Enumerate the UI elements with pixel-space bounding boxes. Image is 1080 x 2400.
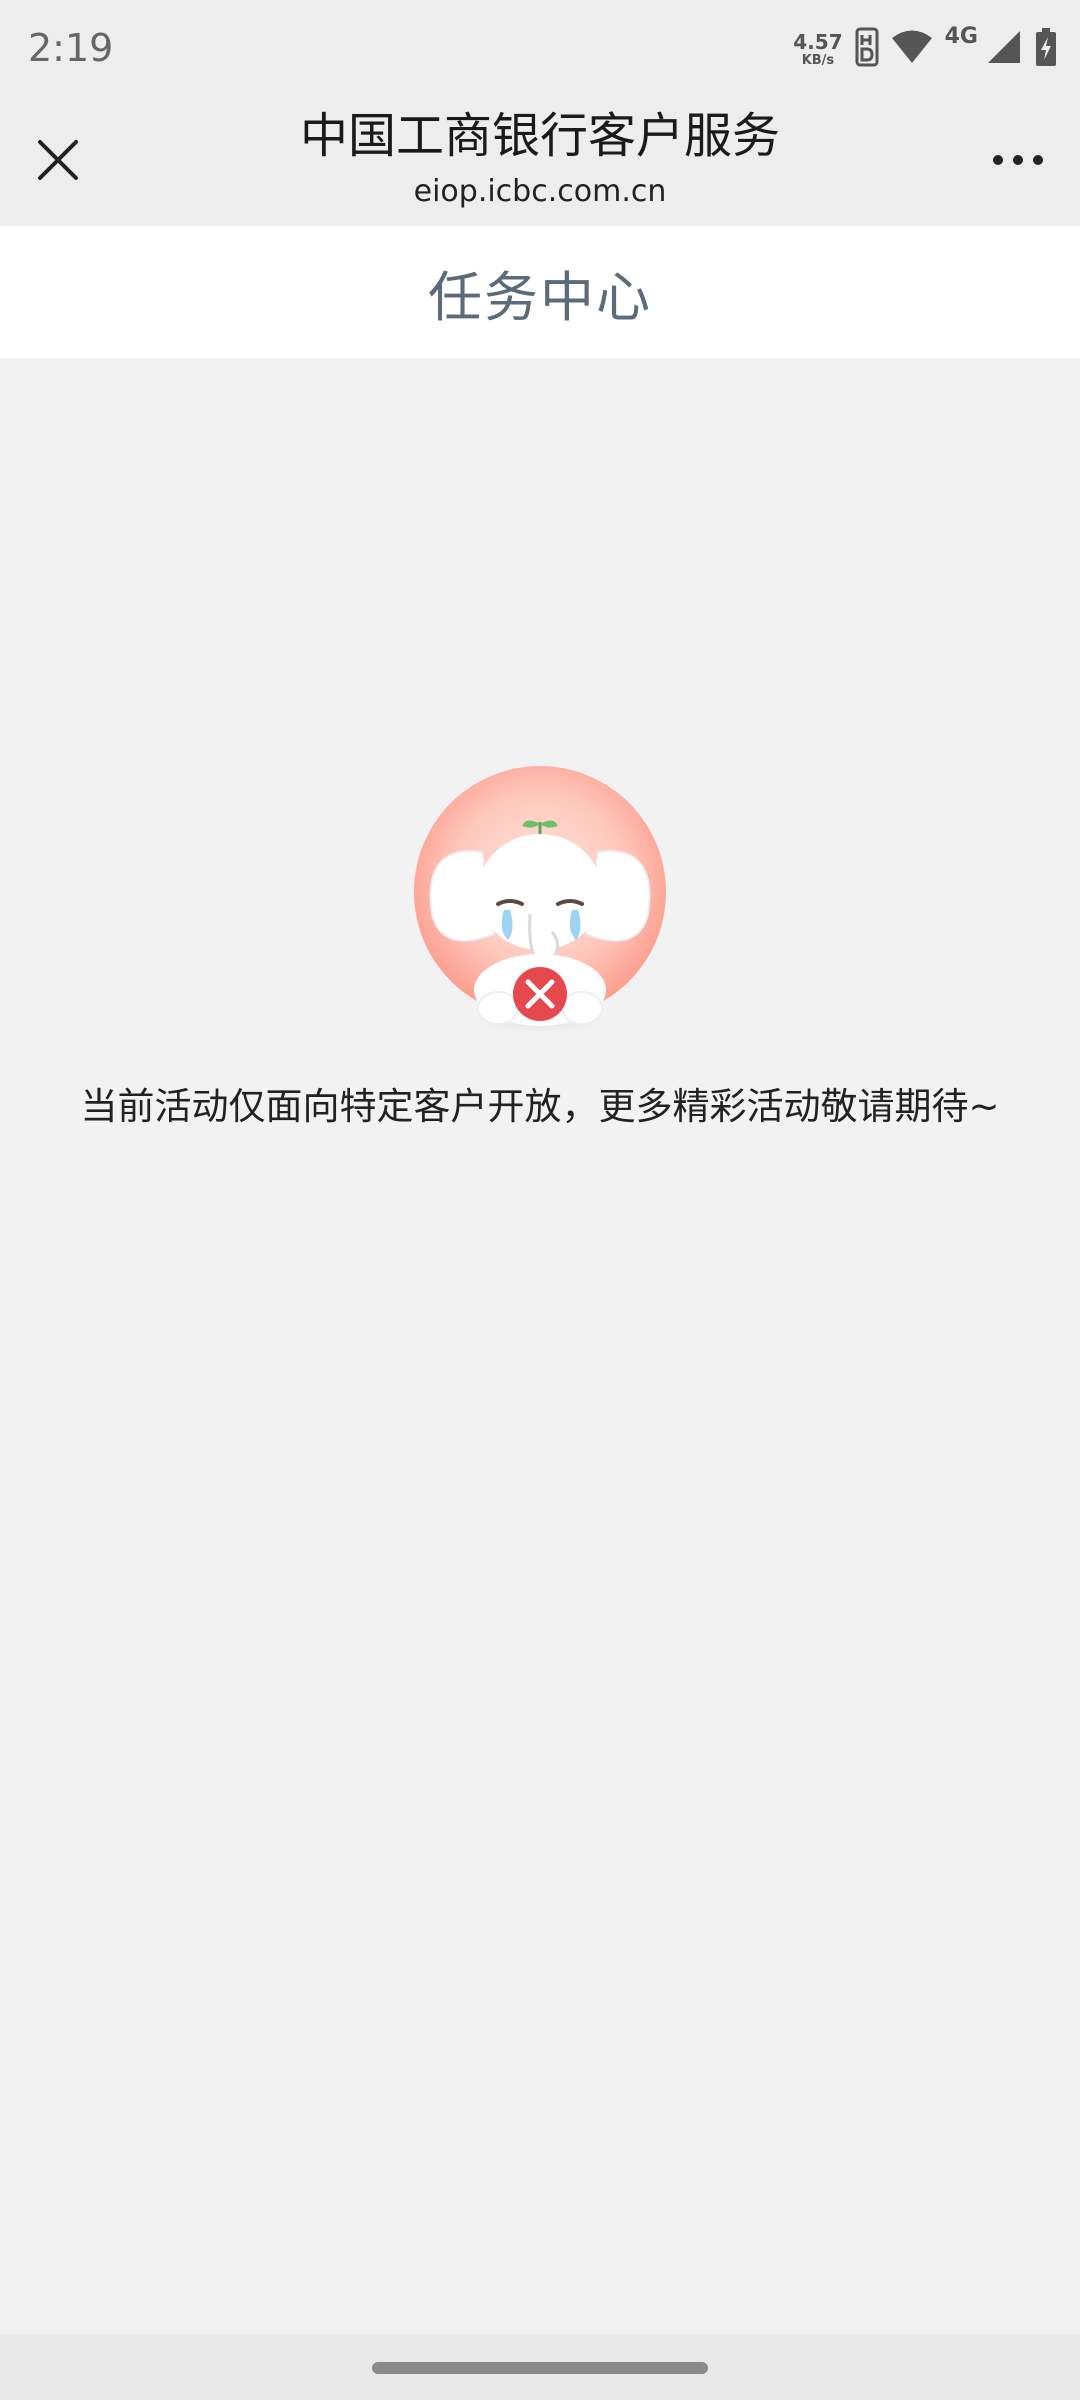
close-button[interactable] bbox=[30, 132, 86, 188]
empty-state-message: 当前活动仅面向特定客户开放，更多精彩活动敬请期待~ bbox=[80, 1085, 1000, 1128]
webview-url: eiop.icbc.com.cn bbox=[413, 174, 667, 209]
network-speed-value: 4.57 bbox=[793, 29, 843, 54]
cellular-signal-icon bbox=[986, 29, 1022, 69]
close-icon bbox=[38, 140, 78, 180]
status-bar: 2:19 4.57 KB/s 4G bbox=[0, 0, 1080, 96]
navigation-bar bbox=[0, 2334, 1080, 2400]
network-type-label: 4G bbox=[944, 24, 978, 49]
crying-elephant-icon bbox=[412, 764, 668, 1040]
webview-title: 中国工商银行客户服务 bbox=[299, 108, 780, 164]
webview-title-bar: 中国工商银行客户服务 eiop.icbc.com.cn bbox=[0, 96, 1080, 226]
wifi-icon bbox=[891, 29, 933, 69]
hd-icon bbox=[855, 27, 879, 71]
page-title: 任务中心 bbox=[428, 265, 652, 329]
home-indicator[interactable] bbox=[372, 2362, 708, 2374]
more-icon bbox=[993, 155, 1043, 165]
page-header: 任务中心 bbox=[0, 226, 1080, 358]
more-button[interactable] bbox=[986, 132, 1050, 188]
status-time: 2:19 bbox=[28, 26, 114, 70]
network-speed: 4.57 KB/s bbox=[793, 32, 842, 67]
network-speed-unit: KB/s bbox=[801, 52, 835, 68]
battery-charging-icon bbox=[1034, 27, 1058, 71]
status-icons: 4.57 KB/s 4G bbox=[793, 24, 1058, 74]
